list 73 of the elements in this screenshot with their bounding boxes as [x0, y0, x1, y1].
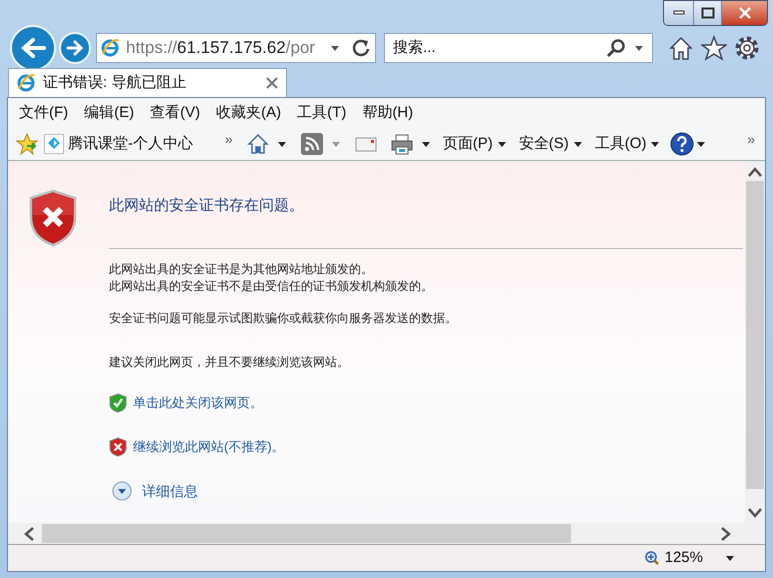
caret-icon[interactable]	[634, 44, 644, 52]
caret-icon[interactable]	[496, 140, 507, 148]
overflow-chevron[interactable]: »	[747, 128, 755, 150]
command-menu-button[interactable]: 工具(O)	[594, 132, 660, 156]
message-text: 此网站出具的安全证书是为其他网站地址颁发的。	[109, 260, 374, 278]
minimize-icon[interactable]	[672, 10, 684, 16]
zoom-icon[interactable]	[644, 551, 659, 565]
maximize-button[interactable]	[694, 1, 722, 25]
home-button[interactable]	[246, 133, 287, 155]
home-icon[interactable]	[246, 133, 269, 155]
forward-button[interactable]	[59, 32, 91, 64]
back-arrow-icon[interactable]	[20, 37, 46, 59]
caret-icon[interactable]	[725, 554, 735, 562]
help-button[interactable]	[670, 132, 706, 156]
back-button[interactable]	[10, 25, 56, 71]
overflow-chevron[interactable]: »	[225, 128, 233, 150]
ie-logo-icon	[101, 38, 121, 58]
caret-icon[interactable]	[276, 140, 287, 148]
gear-icon[interactable]	[734, 35, 760, 61]
search-box[interactable]: 搜索...	[384, 33, 653, 63]
search-icon[interactable]	[606, 38, 626, 58]
menu-item[interactable]: 收藏夹(A)	[216, 102, 282, 124]
feed-icon[interactable]	[300, 133, 323, 155]
horizontal-scrollbar[interactable]	[8, 523, 765, 544]
print-button[interactable]	[390, 133, 431, 155]
favicon-icon[interactable]	[44, 134, 64, 154]
url-text: https://61.157.175.62/por	[126, 37, 316, 60]
expand-icon[interactable]	[112, 481, 132, 501]
printer-icon[interactable]	[390, 133, 413, 155]
star-icon[interactable]	[16, 133, 38, 155]
menu-item[interactable]: 帮助(H)	[362, 102, 414, 124]
shield-error-icon	[28, 189, 78, 247]
question-mark-icon[interactable]	[670, 132, 694, 156]
feeds-button[interactable]	[300, 133, 341, 155]
command-menu-button[interactable]: 页面(P)	[442, 132, 507, 156]
scroll-right-icon[interactable]	[719, 526, 733, 542]
scroll-up-icon[interactable]	[747, 165, 763, 179]
home-icon[interactable]	[668, 35, 694, 61]
forward-arrow-icon[interactable]	[66, 40, 84, 56]
menu-item[interactable]: 工具(T)	[297, 102, 346, 124]
details-link[interactable]: 详细信息	[142, 480, 198, 502]
scroll-left-icon[interactable]	[22, 526, 36, 542]
caret-icon[interactable]	[572, 140, 583, 148]
zoom-button[interactable]: 125%	[644, 546, 703, 570]
command-menu-button[interactable]: 安全(S)	[518, 132, 583, 156]
link[interactable]: 继续浏览此网站(不推荐)。	[133, 436, 285, 456]
caret-icon[interactable]	[420, 140, 431, 148]
message-text: 安全证书问题可能显示试图欺骗你或截获你向服务器发送的数据。	[109, 310, 458, 326]
caret-icon[interactable]	[696, 140, 706, 148]
menu-item[interactable]: 编辑(E)	[84, 102, 134, 124]
tab-title: 证书错误: 导航已阻止	[43, 72, 186, 93]
minimize-button[interactable]	[664, 1, 694, 25]
error-heading: 此网站的安全证书存在问题。	[109, 196, 305, 216]
favorite-link[interactable]: 腾讯课堂-个人中心	[44, 132, 193, 156]
link[interactable]: 单击此处关闭该网页。	[133, 392, 263, 412]
maximize-icon[interactable]	[700, 7, 714, 19]
shield-check-icon	[109, 392, 127, 412]
address-field[interactable]: https://61.157.175.62/por	[96, 33, 376, 63]
tab[interactable]: 证书错误: 导航已阻止	[8, 68, 287, 97]
refresh-icon[interactable]	[351, 38, 371, 58]
caret-icon[interactable]	[650, 140, 660, 148]
star-icon[interactable]	[701, 35, 727, 61]
search-field[interactable]: 搜索...	[393, 36, 606, 60]
recommendation-text: 建议关闭此网页，并且不要继续浏览该网站。	[109, 354, 350, 370]
menu-item[interactable]: 文件(F)	[19, 102, 68, 124]
vertical-scrollbar[interactable]	[745, 161, 765, 523]
caret-icon[interactable]	[330, 44, 340, 52]
message-text: 此网站出具的安全证书不是由受信任的证书颁发机构颁发的。	[109, 278, 434, 294]
shield-error-icon	[109, 436, 127, 456]
close-button[interactable]	[722, 1, 767, 25]
ie-logo-icon	[17, 73, 37, 93]
menu-item[interactable]: 查看(V)	[150, 102, 200, 124]
close-icon[interactable]	[266, 77, 278, 89]
